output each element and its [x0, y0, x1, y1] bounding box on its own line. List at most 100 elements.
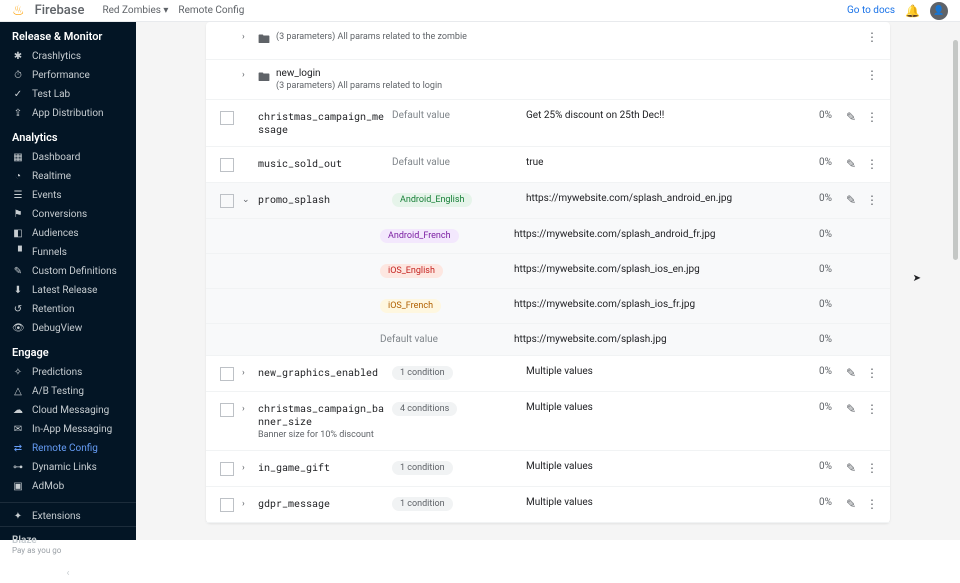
sidebar-item[interactable]: ✎Custom Definitions	[0, 262, 136, 281]
collapse-sidebar[interactable]: ‹	[0, 563, 136, 583]
sidebar-item[interactable]: ✱Crashlytics	[0, 47, 136, 66]
param-variant-row: Android_Frenchhttps://mywebsite.com/spla…	[206, 219, 890, 254]
param-value: Multiple values	[526, 402, 798, 413]
more-icon[interactable]: ⋮	[866, 402, 878, 416]
sidebar-item-icon: ▝	[12, 247, 24, 258]
content-area: › 🖿 (3 parameters) All params related to…	[136, 22, 960, 540]
fetch-pct: 0%	[798, 110, 832, 121]
more-icon[interactable]: ⋮	[866, 366, 878, 380]
checkbox[interactable]	[220, 462, 234, 476]
firebase-brand: Firebase	[35, 3, 85, 18]
chevron-icon[interactable]: ›	[242, 499, 252, 509]
sidebar-item[interactable]: ▦Dashboard	[0, 148, 136, 167]
params-panel: › 🖿 (3 parameters) All params related to…	[206, 22, 890, 523]
sidebar-item-label: Audiences	[32, 228, 79, 239]
default-value-label: Default value	[392, 110, 450, 121]
sidebar-item-icon: ✓	[12, 89, 24, 100]
more-icon[interactable]: ⋮	[866, 461, 878, 475]
sidebar-item[interactable]: ▝Funnels	[0, 243, 136, 262]
sidebar-item-label: Retention	[32, 304, 75, 315]
edit-icon[interactable]: ✎	[846, 110, 856, 124]
go-to-docs-link[interactable]: Go to docs	[847, 5, 895, 16]
sidebar-item-label: Latest Release	[32, 285, 97, 296]
param-value: Multiple values	[526, 366, 798, 377]
avatar[interactable]: 👤	[930, 2, 948, 20]
folder-icon: 🖿	[258, 68, 270, 89]
param-row: ›new_graphics_enabled1 conditionMultiple…	[206, 356, 890, 392]
fetch-pct: 0%	[798, 299, 832, 310]
sidebar-section: Analytics	[0, 123, 136, 148]
sidebar-item-icon: ✱	[12, 51, 24, 62]
sidebar-item[interactable]: ✓ Test Lab	[0, 85, 136, 104]
edit-icon[interactable]: ✎	[846, 366, 856, 380]
sidebar-item[interactable]: ◔Realtime	[0, 167, 136, 186]
sidebar-item-icon: ✉	[12, 424, 24, 435]
param-name: new_graphics_enabled	[258, 366, 378, 379]
sidebar-item[interactable]: ✉In-App Messaging	[0, 420, 136, 439]
sidebar-item[interactable]: ⬇Latest Release	[0, 281, 136, 300]
chevron-right-icon[interactable]: ›	[242, 32, 252, 42]
edit-icon[interactable]: ✎	[846, 193, 856, 207]
chevron-icon[interactable]: ⌄	[242, 195, 252, 205]
more-icon[interactable]: ⋮	[866, 68, 878, 82]
project-selector[interactable]: Red Zombies ▾	[102, 5, 168, 16]
sidebar-item[interactable]: ↺Retention	[0, 300, 136, 319]
fetch-pct: 0%	[798, 402, 832, 413]
sidebar-item[interactable]: ⇄Remote Config	[0, 439, 136, 458]
condition-tag: Android_English	[392, 193, 472, 207]
scrollbar[interactable]	[953, 40, 958, 260]
plan-name: BlazePay as you go	[12, 535, 61, 555]
notifications-icon[interactable]: 🔔	[905, 4, 920, 18]
condition-tag: 4 conditions	[392, 402, 457, 416]
sidebar-item[interactable]: ⇪App Distribution	[0, 104, 136, 123]
modify-link[interactable]: Modify	[93, 544, 124, 555]
sidebar-item-label: Performance	[32, 70, 90, 81]
chevron-icon[interactable]: ›	[242, 463, 252, 473]
edit-icon[interactable]: ✎	[846, 461, 856, 475]
more-icon[interactable]: ⋮	[866, 497, 878, 511]
checkbox[interactable]	[220, 158, 234, 172]
sidebar-item[interactable]: ✧Predictions	[0, 363, 136, 382]
checkbox[interactable]	[220, 367, 234, 381]
sidebar-item[interactable]: 👁︎DebugView	[0, 319, 136, 338]
checkbox[interactable]	[220, 111, 234, 125]
sidebar-item[interactable]: ▣AdMob	[0, 477, 136, 496]
param-variant-row: iOS_Englishhttps://mywebsite.com/splash_…	[206, 254, 890, 289]
sidebar-item[interactable]: ☁Cloud Messaging	[0, 401, 136, 420]
sidebar-item-icon: △	[12, 386, 24, 397]
variant-value: https://mywebsite.com/splash_android_fr.…	[514, 229, 798, 240]
edit-icon[interactable]: ✎	[846, 497, 856, 511]
sidebar-item[interactable]: ◧Audiences	[0, 224, 136, 243]
sidebar-item-icon: ⇄	[12, 443, 24, 454]
sidebar-item-icon: ⚑	[12, 209, 24, 220]
extensions-icon: ✦	[12, 511, 24, 522]
checkbox[interactable]	[220, 194, 234, 208]
fetch-pct: 0%	[798, 157, 832, 168]
sidebar-item-label: A/B Testing	[32, 386, 84, 397]
param-value: true	[526, 157, 798, 168]
more-icon[interactable]: ⋮	[866, 30, 878, 44]
param-variant-row: Default valuehttps://mywebsite.com/splas…	[206, 324, 890, 356]
chevron-icon[interactable]: ›	[242, 368, 252, 378]
edit-icon[interactable]: ✎	[846, 157, 856, 171]
edit-icon[interactable]: ✎	[846, 402, 856, 416]
breadcrumb[interactable]: Remote Config	[178, 5, 244, 16]
sidebar-item-icon: ⊶	[12, 462, 24, 473]
sidebar-extensions[interactable]: ✦Extensions	[0, 502, 136, 526]
sidebar-item-label: Test Lab	[32, 89, 70, 100]
group-desc: (3 parameters) All params related to the…	[276, 32, 467, 42]
checkbox[interactable]	[220, 403, 234, 417]
checkbox[interactable]	[220, 498, 234, 512]
more-icon[interactable]: ⋮	[866, 193, 878, 207]
sidebar-item[interactable]: ⊶Dynamic Links	[0, 458, 136, 477]
more-icon[interactable]: ⋮	[866, 110, 878, 124]
sidebar-item[interactable]: ⚑Conversions	[0, 205, 136, 224]
sidebar-item-label: Custom Definitions	[32, 266, 117, 277]
sidebar-item[interactable]: ⏱Performance	[0, 66, 136, 85]
chevron-right-icon[interactable]: ›	[242, 70, 252, 80]
sidebar-item[interactable]: ☰Events	[0, 186, 136, 205]
chevron-icon[interactable]: ›	[242, 404, 252, 414]
more-icon[interactable]: ⋮	[866, 157, 878, 171]
sidebar-item[interactable]: △ A/B Testing	[0, 382, 136, 401]
sidebar-item-icon: ▣	[12, 481, 24, 492]
